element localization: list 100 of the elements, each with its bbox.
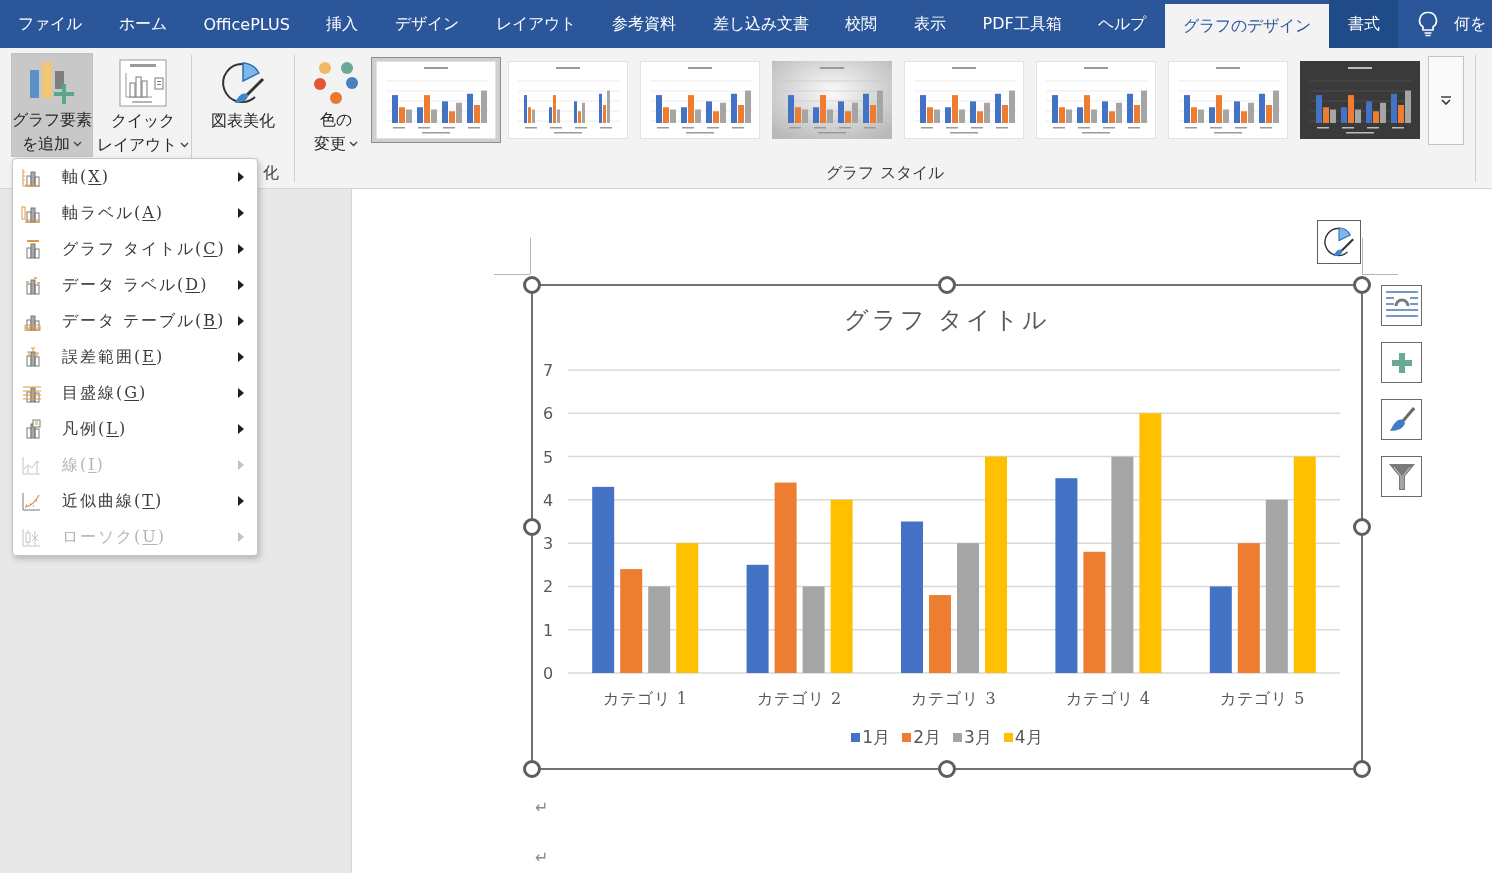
category-label: カテゴリ 1	[602, 689, 688, 708]
resize-handle[interactable]	[523, 518, 541, 536]
change-colors-button[interactable]: 色の 変更	[303, 53, 369, 157]
ribbon-tab[interactable]: 校閲	[827, 0, 896, 48]
caret-icon	[179, 142, 189, 148]
menu-item[interactable]: 凡例(L)	[13, 411, 257, 447]
mini-bar-chart-icon	[376, 61, 496, 139]
mini-bar-chart-icon	[508, 61, 628, 139]
submenu-arrow-icon	[238, 280, 244, 290]
bar-chart-plus-icon	[29, 59, 75, 106]
expand-more-icon	[1440, 96, 1452, 105]
mini-bar-chart-icon	[772, 61, 892, 139]
ribbon-tab[interactable]: 差し込み文書	[694, 0, 828, 48]
menu-item[interactable]: データ テーブル(B)	[13, 303, 257, 339]
resize-handle[interactable]	[938, 760, 956, 778]
layout-options-button[interactable]	[1381, 285, 1422, 326]
menu-item[interactable]: 目盛線(G)	[13, 375, 257, 411]
caret-icon	[73, 141, 82, 147]
resize-handle[interactable]	[1353, 276, 1371, 294]
category-label: カテゴリ 5	[1220, 689, 1306, 708]
submenu-arrow-icon	[238, 244, 244, 254]
axis-tick-label: 4	[542, 490, 554, 510]
submenu-arrow-icon	[238, 172, 244, 182]
menu-item[interactable]: データ ラベル(D)	[13, 267, 257, 303]
ribbon-tab[interactable]: 挿入	[308, 0, 377, 48]
chart-filters-button[interactable]	[1381, 456, 1422, 497]
submenu-arrow-icon	[238, 460, 244, 470]
mini-bar-chart-icon	[904, 61, 1024, 139]
candlestick-icon	[21, 527, 41, 547]
resize-handle[interactable]	[1353, 518, 1371, 536]
paintbrush-icon	[1388, 406, 1415, 433]
resize-handle[interactable]	[523, 276, 541, 294]
axis-tick-label: 7	[542, 361, 554, 380]
chart-axis-icon	[21, 167, 41, 187]
axis-tick-label: 2	[542, 577, 554, 597]
paragraph-mark: ↵	[535, 797, 549, 819]
add-chart-element-button[interactable]: グラフ要素 を追加	[11, 53, 93, 157]
group-label: 化	[263, 163, 279, 184]
resize-handle[interactable]	[938, 276, 956, 294]
ribbon-tab[interactable]: 参考資料	[593, 0, 695, 48]
group-label: グラフ スタイル	[826, 163, 944, 184]
legend-label: 1月	[862, 725, 891, 749]
menu-item[interactable]: 軸ラベル(A)	[13, 195, 257, 231]
ribbon-tab[interactable]: レイアウト	[477, 0, 594, 48]
mini-bar-chart-icon	[1300, 61, 1420, 139]
pie-brush-icon	[1322, 225, 1356, 259]
paragraph-mark: ↵	[535, 847, 549, 869]
axis-tick-label: 3	[542, 534, 554, 554]
submenu-arrow-icon	[238, 424, 244, 434]
quick-layout-button[interactable]: クイック レイアウト	[94, 53, 191, 157]
gridlines-icon	[21, 383, 41, 403]
menu-item[interactable]: グラフ タイトル(C)	[13, 231, 257, 267]
chart-styles-button[interactable]	[1381, 399, 1422, 440]
ribbon-tab[interactable]: ホーム	[100, 0, 186, 48]
chart-elements-button[interactable]	[1381, 342, 1422, 383]
chart-title: グラフ タイトル	[843, 305, 1051, 336]
resize-handle[interactable]	[523, 760, 541, 778]
mini-bar-chart-icon	[1168, 61, 1288, 139]
resize-handle[interactable]	[1353, 760, 1371, 778]
submenu-arrow-icon	[238, 208, 244, 218]
menu-item[interactable]: 近似曲線(T)	[13, 483, 257, 519]
category-label: カテゴリ 4	[1065, 689, 1152, 708]
submenu-arrow-icon	[238, 496, 244, 506]
mini-bar-chart-icon	[640, 61, 760, 139]
legend-label: 2月	[913, 725, 941, 749]
tell-me-search[interactable]: 何を	[1397, 0, 1486, 48]
category-label: カテゴリ 2	[756, 689, 843, 708]
legend-label: 4月	[1014, 725, 1043, 749]
ribbon-tab[interactable]: 表示	[895, 0, 965, 48]
chart-layout-icon	[118, 59, 167, 107]
chart-style-option[interactable]	[371, 57, 501, 143]
chart-beautify-button[interactable]: 図表美化	[203, 53, 283, 157]
lightbulb-icon	[1417, 11, 1438, 37]
ribbon-tab[interactable]: デザイン	[376, 0, 478, 48]
menu-item[interactable]: 軸(X)	[13, 159, 257, 195]
ribbon-tab[interactable]: グラフのデザイン	[1164, 4, 1330, 48]
caret-icon	[349, 141, 358, 147]
legend-label: 3月	[964, 725, 992, 749]
axis-tick-label: 5	[542, 447, 554, 467]
axis-tick-label: 6	[542, 404, 554, 424]
plus-icon	[1391, 352, 1412, 373]
axis-label-icon	[21, 203, 41, 223]
submenu-arrow-icon	[238, 316, 244, 326]
axis-tick-label: 0	[542, 664, 554, 683]
submenu-arrow-icon	[238, 388, 244, 398]
ribbon-tab[interactable]: OfficePLUS	[185, 0, 309, 48]
mini-bar-chart-icon	[1036, 61, 1156, 139]
ribbon-tab[interactable]: PDF工具箱	[964, 0, 1081, 48]
ribbon-tab[interactable]: ファイル	[0, 0, 101, 48]
menu-item[interactable]: 誤差範囲(E)	[13, 339, 257, 375]
submenu-arrow-icon	[238, 352, 244, 362]
submenu-arrow-icon	[238, 532, 244, 542]
category-label: カテゴリ 3	[911, 689, 997, 708]
ribbon-tab[interactable]: 書式	[1329, 0, 1398, 48]
ribbon-tab[interactable]: ヘルプ	[1080, 0, 1165, 48]
chart-beautify-float-button[interactable]	[1317, 220, 1361, 264]
line-chart-icon	[21, 455, 41, 475]
axis-tick-label: 1	[542, 620, 554, 640]
trendline-icon	[21, 491, 41, 511]
chart-area[interactable]: グラフ タイトル 0 1 2 3 4 5 6 7 カテゴリ 1 カテゴリ 2 カテゴリ 3 カテゴリ 4 カテゴリ 5 1月 2月 3月 4月	[531, 284, 1363, 770]
